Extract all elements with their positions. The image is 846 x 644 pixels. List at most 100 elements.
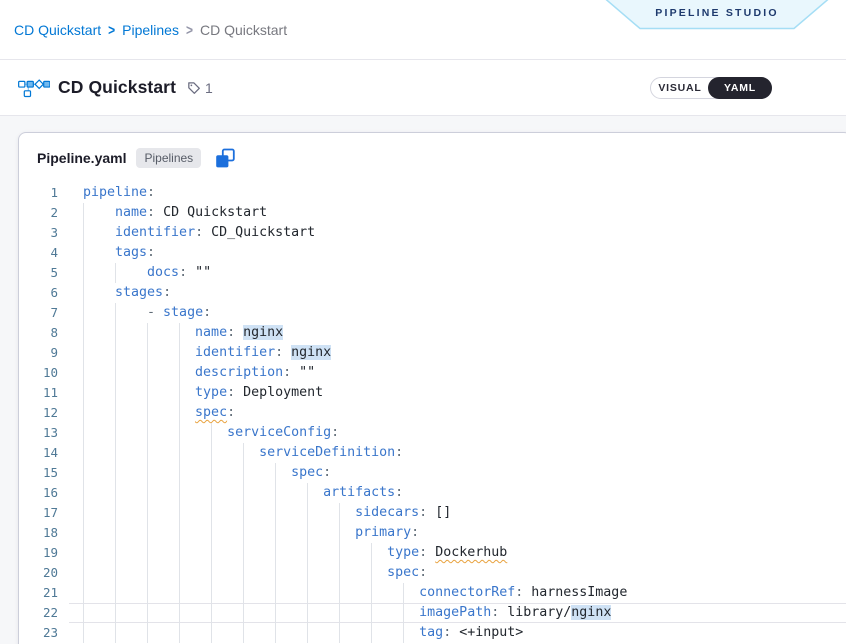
breadcrumb-link-pipelines[interactable]: Pipelines xyxy=(122,22,179,38)
code-line[interactable]: 17sidecars: [] xyxy=(19,503,846,523)
indent-guide xyxy=(147,603,179,623)
indent-guide xyxy=(147,463,179,483)
yaml-toggle-button[interactable]: YAML xyxy=(708,77,772,99)
code-line[interactable]: 14serviceDefinition: xyxy=(19,443,846,463)
indent-guide xyxy=(115,263,147,283)
indent-guide xyxy=(307,623,339,643)
code-token: : xyxy=(163,285,171,300)
indent-guide xyxy=(147,483,179,503)
line-number: 6 xyxy=(19,283,69,303)
indent-guide xyxy=(115,603,147,623)
line-number: 16 xyxy=(19,483,69,503)
code-line[interactable]: 9identifier: nginx xyxy=(19,343,846,363)
code-line[interactable]: 2name: CD Quickstart xyxy=(19,203,846,223)
code-line[interactable]: 7- stage: xyxy=(19,303,846,323)
indent-guide xyxy=(83,563,115,583)
code-line[interactable]: 20spec: xyxy=(19,563,846,583)
code-token: CD_Quickstart xyxy=(203,225,315,240)
indent-guide xyxy=(307,523,339,543)
indent-guide xyxy=(211,503,243,523)
indent-guide xyxy=(147,543,179,563)
indent-guide xyxy=(179,523,211,543)
indent-guide xyxy=(339,563,371,583)
indent-guide xyxy=(83,343,115,363)
code-line[interactable]: 18primary: xyxy=(19,523,846,543)
indent-guide xyxy=(115,443,147,463)
code-token: tags xyxy=(115,245,147,260)
indent-guide xyxy=(243,523,275,543)
line-number: 11 xyxy=(19,383,69,403)
indent-guide xyxy=(243,563,275,583)
code-token: CD Quickstart xyxy=(155,205,267,220)
code-line[interactable]: 4tags: xyxy=(19,243,846,263)
code-token: spec xyxy=(387,565,419,580)
code-line[interactable]: 19type: Dockerhub xyxy=(19,543,846,563)
code-line[interactable]: 22imagePath: library/nginx xyxy=(19,603,846,623)
code-token xyxy=(427,545,435,560)
pipeline-studio-tab[interactable]: PIPELINE STUDIO xyxy=(598,0,836,30)
indent-guide xyxy=(179,323,195,343)
indent-guide xyxy=(339,523,355,543)
indent-guide xyxy=(243,623,275,643)
code-line[interactable]: 16artifacts: xyxy=(19,483,846,503)
indent-guide xyxy=(147,363,179,383)
line-number: 12 xyxy=(19,403,69,423)
indent-guide xyxy=(147,443,179,463)
code-line[interactable]: 23tag: <+input> xyxy=(19,623,846,643)
tag-icon xyxy=(185,79,202,96)
indent-guide xyxy=(115,363,147,383)
indent-guide xyxy=(83,503,115,523)
indent-guide xyxy=(147,383,179,403)
line-number: 13 xyxy=(19,423,69,443)
code-token: nginx xyxy=(571,605,611,620)
code-line[interactable]: 15spec: xyxy=(19,463,846,483)
indent-guide xyxy=(243,503,275,523)
code-line[interactable]: 1pipeline: xyxy=(19,183,846,203)
indent-guide xyxy=(275,563,307,583)
indent-guide xyxy=(83,383,115,403)
breadcrumb-link-project[interactable]: CD Quickstart xyxy=(14,22,101,38)
indent-guide xyxy=(179,563,211,583)
indent-guide xyxy=(115,483,147,503)
code-line[interactable]: 21connectorRef: harnessImage xyxy=(19,583,846,603)
indent-guide xyxy=(179,363,195,383)
code-token: : xyxy=(283,365,291,380)
code-token: stage xyxy=(163,305,203,320)
tag-count[interactable]: 1 xyxy=(185,79,213,96)
indent-guide xyxy=(371,603,403,623)
line-number: 8 xyxy=(19,323,69,343)
code-line[interactable]: 12spec: xyxy=(19,403,846,423)
indent-guide xyxy=(275,503,307,523)
indent-guide xyxy=(147,623,179,643)
code-token: [] xyxy=(427,505,451,520)
indent-guide xyxy=(83,603,115,623)
indent-guide xyxy=(275,623,307,643)
code-token: docs xyxy=(147,265,179,280)
studio-tab-label: PIPELINE STUDIO xyxy=(598,0,836,27)
indent-guide xyxy=(147,503,179,523)
code-line[interactable]: 11type: Deployment xyxy=(19,383,846,403)
indent-guide xyxy=(83,443,115,463)
code-token: - xyxy=(147,305,163,320)
code-line[interactable]: 6stages: xyxy=(19,283,846,303)
line-number: 22 xyxy=(19,603,69,623)
code-line[interactable]: 3identifier: CD_Quickstart xyxy=(19,223,846,243)
visual-toggle-button[interactable]: VISUAL xyxy=(651,78,709,98)
code-line[interactable]: 10description: "" xyxy=(19,363,846,383)
pipeline-studio-app: CD Quickstart > Pipelines > CD Quickstar… xyxy=(0,0,846,644)
indent-guide xyxy=(371,623,403,643)
indent-guide xyxy=(211,563,243,583)
line-number: 9 xyxy=(19,343,69,363)
indent-guide xyxy=(83,263,115,283)
copy-icon[interactable] xyxy=(215,148,236,169)
visual-yaml-toggle: VISUAL YAML xyxy=(650,77,772,99)
indent-guide xyxy=(147,423,179,443)
code-line[interactable]: 8name: nginx xyxy=(19,323,846,343)
code-line[interactable]: 13serviceConfig: xyxy=(19,423,846,443)
code-line[interactable]: 5docs: "" xyxy=(19,263,846,283)
line-number: 15 xyxy=(19,463,69,483)
yaml-code-editor[interactable]: 1pipeline:2name: CD Quickstart3identifie… xyxy=(19,183,846,643)
code-token: primary xyxy=(355,525,411,540)
code-token: : xyxy=(227,405,235,420)
code-token: : xyxy=(331,425,339,440)
